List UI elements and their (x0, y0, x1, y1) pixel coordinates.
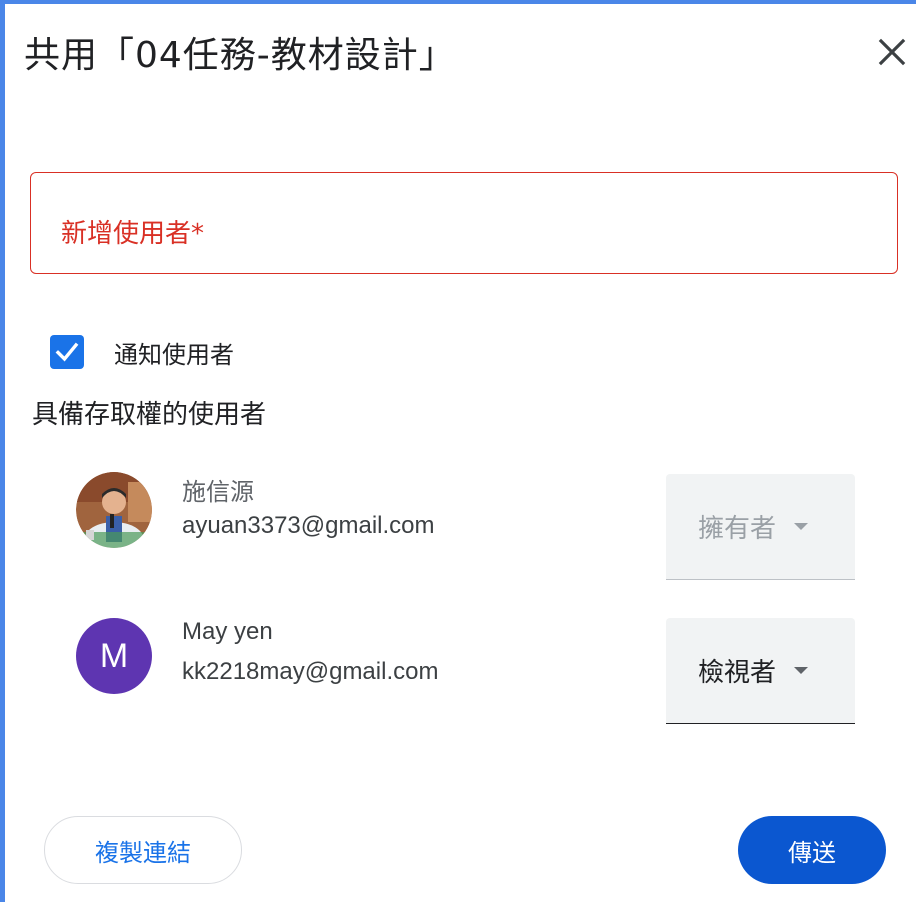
close-button[interactable] (872, 32, 912, 72)
people-with-access-heading: 具備存取權的使用者 (32, 400, 267, 430)
notify-users-label: 通知使用者 (114, 340, 234, 369)
close-icon (878, 38, 906, 66)
avatar: M (76, 618, 152, 694)
role-label: 擁有者 (698, 514, 777, 544)
checkmark-icon (55, 342, 79, 362)
send-button[interactable]: 傳送 (738, 816, 886, 884)
role-label: 檢視者 (698, 658, 777, 688)
notify-users-checkbox[interactable] (50, 335, 84, 369)
chevron-down-icon (794, 523, 809, 530)
add-user-label: 新增使用者* (61, 219, 205, 249)
role-select-owner: 擁有者 (666, 474, 855, 580)
dialog-title: 共用「04任務-教材設計」 (24, 35, 456, 76)
user-name: May yen (182, 618, 273, 645)
user-email: kk2218may@gmail.com (182, 658, 439, 685)
chevron-down-icon (794, 667, 809, 674)
avatar (76, 472, 152, 548)
user-email: ayuan3373@gmail.com (182, 512, 435, 539)
notify-users-row: 通知使用者 (50, 334, 234, 370)
copy-link-button[interactable]: 複製連結 (44, 816, 242, 884)
avatar-letter: M (99, 636, 129, 675)
user-photo-icon (76, 472, 152, 548)
frame-left-border (0, 0, 5, 902)
add-user-input[interactable]: 新增使用者* (30, 172, 898, 274)
user-row-viewer: M May yen kk2218may@gmail.com 檢視者 (76, 618, 856, 728)
role-select-viewer[interactable]: 檢視者 (666, 618, 855, 724)
user-row-owner: 施信源 ayuan3373@gmail.com 擁有者 (76, 472, 856, 582)
frame-top-border (0, 0, 916, 4)
user-name: 施信源 (182, 479, 254, 506)
